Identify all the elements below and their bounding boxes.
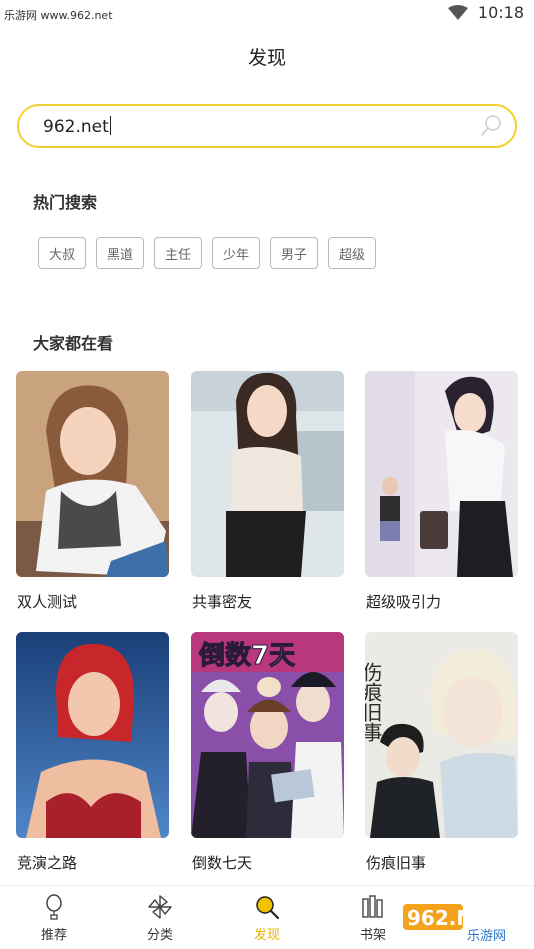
status-time: 10:18 — [477, 3, 524, 22]
tag-button[interactable]: 超级 — [328, 237, 376, 269]
status-watermark: 乐游网 www.962.net — [4, 9, 113, 22]
comic-cover[interactable]: 倒数7天 — [191, 632, 344, 838]
comic-title[interactable]: 共事密友 — [192, 591, 252, 612]
search-input-value[interactable]: 962.net — [43, 116, 111, 137]
comic-card[interactable]: 共事密友 — [191, 371, 344, 611]
comic-cover[interactable]: 伤痕旧事 — [365, 632, 518, 838]
comic-card[interactable]: 双人测试 — [16, 371, 169, 611]
bookshelf-icon — [362, 895, 383, 918]
nav-label: 分类 — [146, 928, 173, 943]
balloon-icon — [46, 894, 62, 920]
comic-card[interactable]: 伤痕旧事 伤痕旧事 — [365, 632, 518, 872]
pinwheel-icon — [148, 895, 172, 919]
tag-button[interactable]: 主任 — [154, 237, 202, 269]
comic-cover[interactable] — [365, 371, 518, 577]
comic-title[interactable]: 倒数七天 — [192, 852, 252, 873]
cover-title-text: 伤痕旧事 — [365, 662, 383, 742]
search-icon[interactable] — [479, 114, 503, 138]
nav-item-discover[interactable]: 发现 — [232, 886, 302, 949]
magnifier-icon — [256, 896, 280, 920]
watermark-main: 962.NET — [407, 906, 501, 930]
watching-title: 大家都在看 — [33, 334, 114, 353]
hot-search-title: 热门搜索 — [33, 193, 98, 212]
status-icons: 10:18 — [447, 3, 524, 22]
nav-item-recommend[interactable]: 推荐 — [19, 886, 89, 949]
watermark-logo: 962.NET 乐游网 — [399, 902, 528, 944]
nav-item-category[interactable]: 分类 — [125, 886, 195, 949]
comic-cover[interactable] — [191, 371, 344, 577]
comic-title[interactable]: 竞演之路 — [17, 852, 77, 873]
tag-button[interactable]: 大叔 — [38, 237, 86, 269]
tag-button[interactable]: 男子 — [270, 237, 318, 269]
hot-search-tags: 大叔 黑道 主任 少年 男子 超级 — [38, 237, 376, 269]
wifi-icon — [447, 4, 468, 20]
comic-card[interactable]: 超级吸引力 — [365, 371, 518, 611]
text-caret — [109, 116, 111, 135]
search-input[interactable]: 962.net — [17, 104, 517, 148]
watermark-sub: 乐游网 — [467, 929, 506, 944]
comic-title[interactable]: 伤痕旧事 — [366, 852, 426, 873]
comic-cover[interactable] — [16, 632, 169, 838]
nav-label: 推荐 — [40, 928, 67, 943]
cover-title-text: 倒数7天 — [198, 641, 295, 671]
comic-cover[interactable] — [16, 371, 169, 577]
comic-title[interactable]: 超级吸引力 — [366, 591, 441, 612]
status-bar: 乐游网 www.962.net 10:18 — [0, 0, 534, 28]
comic-card[interactable]: 倒数7天 倒数七天 — [191, 632, 344, 872]
page-title: 发现 — [247, 47, 286, 69]
comic-card[interactable]: 竞演之路 — [16, 632, 169, 872]
nav-label: 发现 — [253, 928, 280, 943]
comic-title[interactable]: 双人测试 — [17, 591, 77, 612]
tag-button[interactable]: 黑道 — [96, 237, 144, 269]
tag-button[interactable]: 少年 — [212, 237, 260, 269]
